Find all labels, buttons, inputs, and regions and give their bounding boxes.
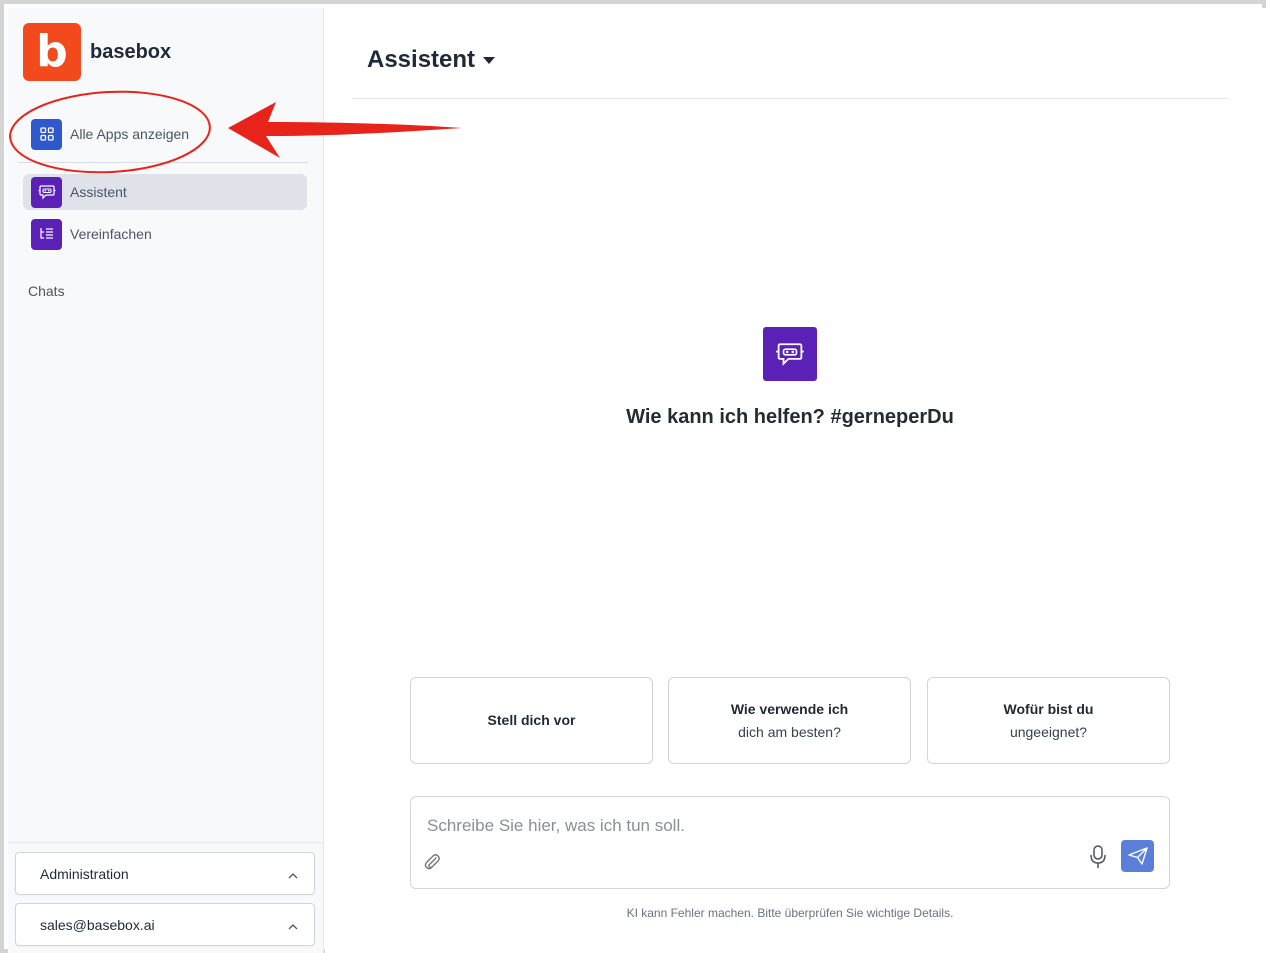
basebox-logo: b (23, 23, 81, 81)
administration-dropdown[interactable]: Administration (15, 852, 315, 895)
suggestion-line-2: ungeeignet? (1009, 723, 1088, 740)
sidebar: b basebox Alle Apps anzeigen Assistent V… (8, 8, 324, 953)
suggestion-line-1: Wofür bist du (1003, 700, 1094, 717)
sidebar-item-vereinfachen[interactable]: Vereinfachen (23, 216, 307, 252)
paperclip-icon[interactable] (422, 852, 442, 872)
message-input[interactable] (427, 815, 1067, 837)
robot-chat-icon (31, 176, 62, 208)
sidebar-item-label: Vereinfachen (70, 226, 152, 242)
suggestion-card[interactable]: Stell dich vor (410, 677, 653, 764)
robot-chat-icon (763, 327, 817, 381)
main-panel: Assistent Wie kann ich helfen? #gerneper… (325, 8, 1266, 953)
caret-down-icon (483, 56, 496, 64)
window-frame: b basebox Alle Apps anzeigen Assistent V… (0, 0, 1266, 953)
grid-icon (31, 118, 62, 150)
sidebar-divider (18, 162, 308, 163)
welcome-heading: Wie kann ich helfen? #gerneperDu (626, 406, 954, 428)
administration-label: Administration (40, 865, 129, 882)
header-divider (352, 98, 1228, 99)
brand-name: basebox (90, 40, 172, 63)
suggestion-line-2: dich am besten? (738, 723, 841, 740)
sidebar-item-label: Assistent (70, 184, 127, 200)
microphone-icon[interactable] (1087, 844, 1109, 870)
account-email: sales@basebox.ai (40, 916, 155, 933)
list-simplify-icon (31, 218, 62, 250)
disclaimer-text: KI kann Fehler machen. Bitte überprüfen … (626, 906, 954, 920)
sidebar-item-all-apps[interactable]: Alle Apps anzeigen (23, 116, 307, 152)
suggestion-card[interactable]: Wofür bist du ungeeignet? (927, 677, 1170, 764)
send-icon (1127, 847, 1148, 865)
sidebar-item-label: Alle Apps anzeigen (70, 126, 190, 142)
chats-section-heading: Chats (28, 283, 65, 299)
sidebar-item-assistent[interactable]: Assistent (23, 174, 307, 210)
page-title: Assistent (367, 46, 476, 73)
send-button[interactable] (1121, 840, 1154, 872)
suggestion-line-1: Wie verwende ich (730, 700, 849, 717)
suggestion-line-1: Stell dich vor (487, 712, 576, 728)
sidebar-bottom-divider (8, 842, 324, 843)
account-dropdown[interactable]: sales@basebox.ai (15, 903, 315, 946)
brand[interactable]: b basebox (23, 23, 171, 81)
message-composer (410, 796, 1170, 889)
app-switcher-dropdown[interactable]: Assistent (367, 46, 496, 74)
chevron-up-icon (288, 866, 298, 882)
suggestion-card[interactable]: Wie verwende ich dich am besten? (668, 677, 911, 764)
chevron-up-icon (288, 917, 298, 933)
